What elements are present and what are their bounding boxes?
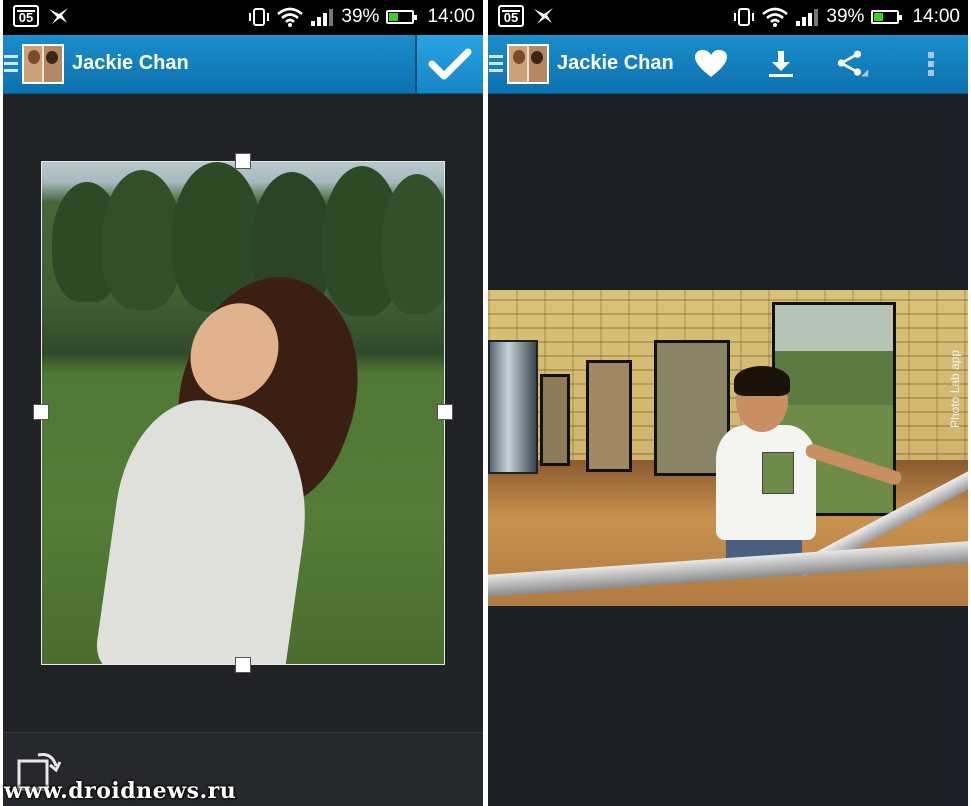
battery-icon: [871, 10, 903, 24]
vibrate-icon: [249, 8, 270, 26]
page-title: Jackie Chan: [72, 52, 189, 74]
page-title: Jackie Chan: [557, 52, 674, 74]
checkmark-icon: [428, 48, 472, 80]
result-screen: 05 39% 14:00 Jackie Chan Photo Lab app: [488, 0, 968, 806]
crop-handle-left[interactable]: [33, 404, 49, 420]
share-icon: [837, 50, 869, 77]
more-vert-icon: [928, 52, 934, 76]
template-thumbnail[interactable]: [22, 44, 64, 84]
site-watermark: www.droidnews.ru: [4, 778, 237, 804]
wifi-icon: [762, 7, 789, 27]
menu-icon[interactable]: [4, 55, 18, 73]
wifi-icon: [277, 7, 304, 27]
download-button[interactable]: [764, 49, 798, 79]
status-bar: 05 39% 14:00: [488, 0, 968, 35]
confirm-button[interactable]: [415, 35, 483, 93]
crop-area: [3, 94, 483, 732]
battery-percent: 39%: [341, 6, 380, 27]
share-button[interactable]: [836, 49, 870, 79]
battery-percent: 39%: [826, 6, 865, 27]
crop-handle-bottom[interactable]: [235, 657, 251, 673]
crop-screen: 05 39% 14:00 Jackie Chan: [3, 0, 483, 806]
crop-selection[interactable]: [41, 161, 445, 665]
notification-icon: [534, 8, 553, 24]
signal-icon: [796, 9, 819, 26]
overflow-menu-button[interactable]: [914, 49, 948, 79]
menu-icon[interactable]: [489, 55, 503, 73]
notification-icon: [49, 8, 68, 24]
result-area: Photo Lab app: [488, 94, 968, 806]
calendar-icon: 05: [13, 5, 39, 27]
status-bar: 05 39% 14:00: [3, 0, 483, 35]
template-thumbnail[interactable]: [507, 44, 549, 84]
status-time: 14:00: [912, 6, 960, 27]
app-bar: Jackie Chan: [3, 35, 483, 94]
crop-handle-top[interactable]: [235, 153, 251, 169]
vibrate-icon: [734, 8, 755, 26]
app-bar: Jackie Chan: [488, 35, 968, 94]
download-icon: [769, 51, 793, 77]
heart-icon: [695, 50, 727, 77]
result-photo[interactable]: Photo Lab app: [488, 290, 968, 606]
photo-lab-watermark: Photo Lab app: [948, 349, 962, 428]
calendar-icon: 05: [498, 5, 524, 27]
battery-icon: [386, 10, 418, 24]
favorite-button[interactable]: [694, 49, 728, 79]
signal-icon: [311, 9, 334, 26]
status-time: 14:00: [427, 6, 475, 27]
crop-handle-right[interactable]: [437, 404, 453, 420]
